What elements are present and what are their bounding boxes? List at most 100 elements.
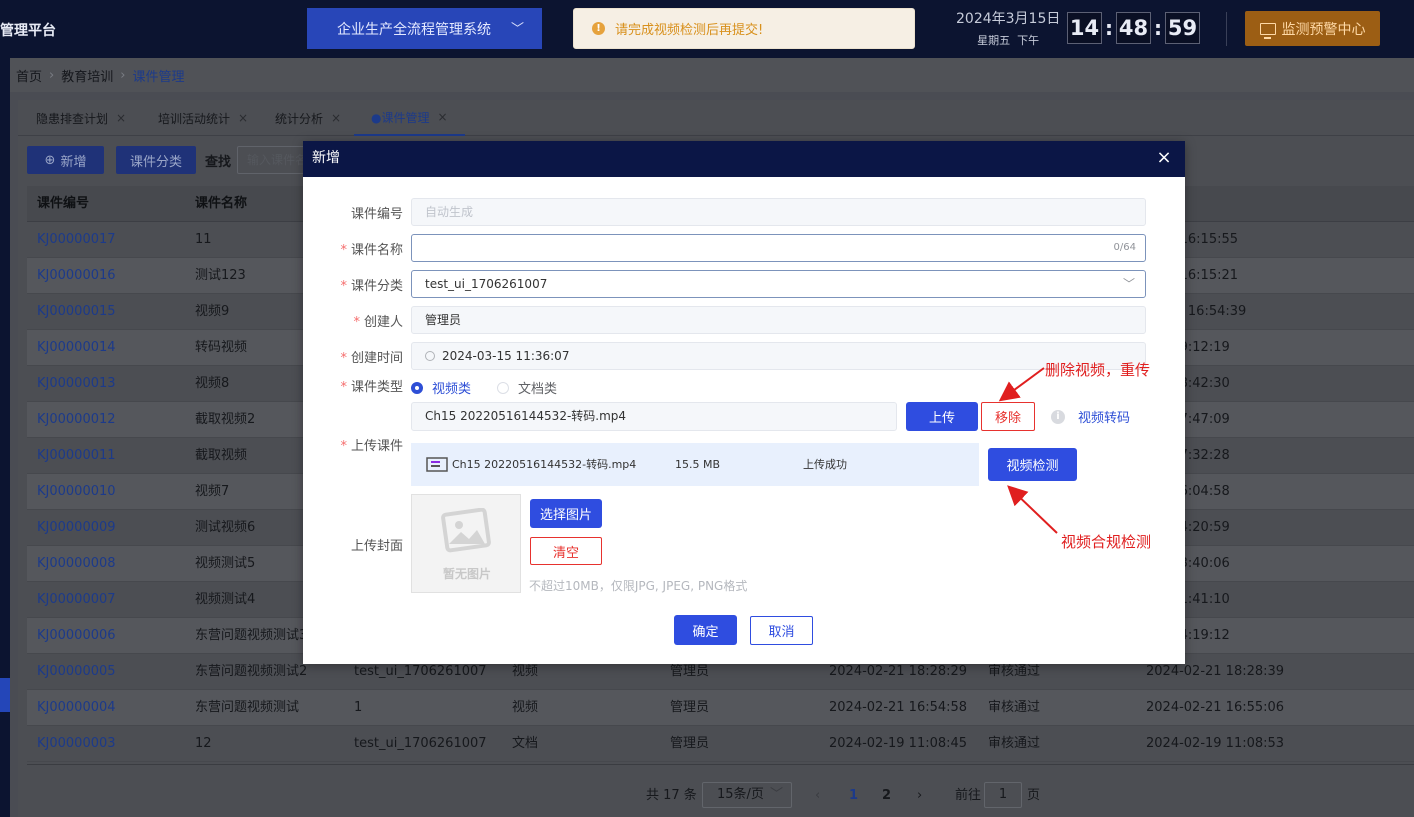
- uploaded-file-row: Ch15 20220516144532-转码.mp4 15.5 MB 上传成功: [411, 443, 979, 486]
- table-cell: test_ui_1706261007: [354, 736, 487, 751]
- courseware-code-link[interactable]: KJ00000007: [37, 582, 116, 618]
- system-select[interactable]: 企业生产全流程管理系统 ﹀: [307, 8, 542, 49]
- chevron-right-icon: ›: [120, 67, 126, 83]
- column-header: 课件编号: [37, 196, 90, 211]
- chevron-down-icon: ﹀: [1122, 277, 1135, 291]
- table-cell: 视频测试5: [195, 556, 256, 571]
- add-button-label: 新增: [60, 154, 87, 170]
- sidebar: [0, 58, 10, 817]
- table-cell: 视频测试4: [195, 592, 256, 607]
- name-input[interactable]: 0/64: [411, 234, 1146, 262]
- label-text: 课件分类: [350, 279, 403, 294]
- table-cell: 11: [195, 232, 212, 247]
- cancel-button[interactable]: 取消: [750, 616, 813, 645]
- table-cell: 测试123: [195, 268, 246, 283]
- label-text: 课件类型: [350, 380, 403, 395]
- table-cell: 2024-02-19 11:08:45: [829, 736, 968, 751]
- category-select[interactable]: test_ui_1706261007 ﹀: [411, 270, 1146, 298]
- search-label: 查找: [205, 155, 232, 170]
- cover-label: 上传封面: [303, 535, 403, 554]
- category-button[interactable]: 课件分类: [116, 146, 196, 174]
- table-row[interactable]: KJ00000004 东营问题视频测试 1 视频 管理员 2024-02-21 16:54…: [27, 690, 1414, 726]
- next-page-button[interactable]: ›: [917, 782, 922, 810]
- label-text: 课件编号: [350, 207, 403, 222]
- annotation-detect: 视频合规检测: [1061, 533, 1152, 551]
- courseware-code-link[interactable]: KJ00000006: [37, 618, 116, 654]
- courseware-code-link[interactable]: KJ00000009: [37, 510, 116, 546]
- table-row[interactable]: KJ00000003 12 test_ui_1706261007 文档 管理员 2024-…: [27, 726, 1414, 762]
- video-detect-button[interactable]: 视频检测: [988, 448, 1077, 481]
- radio-label: 视频类: [432, 382, 472, 397]
- tab-bar: 隐患排查计划 × 培训活动统计 × 统计分析 × ●课件管理 ×: [18, 100, 1414, 136]
- monitor-alert-center-button[interactable]: 监测预警中心: [1245, 11, 1380, 46]
- system-select-label: 企业生产全流程管理系统: [337, 21, 491, 38]
- period: 下午: [1017, 34, 1040, 47]
- confirm-button[interactable]: 确定: [674, 615, 737, 645]
- courseware-code-link[interactable]: KJ00000003: [37, 726, 116, 762]
- choose-image-button[interactable]: 选择图片: [530, 499, 602, 528]
- table-cell: 文档: [512, 736, 539, 751]
- prev-page-button[interactable]: ‹: [815, 782, 820, 810]
- table-cell: 东营问题视频测试3: [195, 628, 308, 643]
- type-doc-radio[interactable]: 文档类: [497, 378, 557, 397]
- radio-checked-icon: [411, 381, 423, 394]
- clear-button[interactable]: 清空: [530, 537, 602, 565]
- close-icon[interactable]: ×: [437, 110, 447, 124]
- goto-label: 前往: [955, 788, 982, 803]
- close-icon[interactable]: ×: [1155, 149, 1173, 167]
- dialog-header: 新增 ×: [303, 141, 1185, 177]
- courseware-code-link[interactable]: KJ00000008: [37, 546, 116, 582]
- close-icon[interactable]: ×: [116, 111, 126, 125]
- upload-filename-field: Ch15 20220516144532-转码.mp4: [411, 402, 897, 431]
- type-video-radio[interactable]: 视频类: [411, 378, 471, 397]
- add-courseware-dialog: 新增 × 课件编号 自动生成 * 课件名称 0/64 * 课件分类 test_ui_…: [303, 141, 1185, 664]
- table-cell: 截取视频2: [195, 412, 256, 427]
- breadcrumb-current: 课件管理: [132, 69, 185, 85]
- tab-courseware[interactable]: ●课件管理 ×: [354, 100, 465, 136]
- courseware-code-link[interactable]: KJ00000015: [37, 294, 116, 330]
- cover-preview: 暂无图片: [411, 494, 521, 593]
- courseware-code-link[interactable]: KJ00000017: [37, 222, 116, 258]
- remove-button[interactable]: 移除: [981, 402, 1035, 431]
- courseware-code-link[interactable]: KJ00000011: [37, 438, 116, 474]
- transcode-link[interactable]: 视频转码: [1078, 407, 1130, 426]
- upload-button[interactable]: 上传: [906, 402, 978, 431]
- page-size-select[interactable]: 15条/页 ﹀: [702, 782, 792, 808]
- table-cell: 视频8: [195, 376, 230, 391]
- clock-colon: :: [1154, 16, 1162, 40]
- courseware-code-link[interactable]: KJ00000016: [37, 258, 116, 294]
- table-cell: 东营问题视频测试: [195, 700, 300, 715]
- created-time-value: 2024-03-15 11:36:07: [442, 349, 570, 363]
- add-button[interactable]: ⊕ 新增: [27, 146, 104, 174]
- code-label: 课件编号: [303, 203, 403, 222]
- divider: [27, 764, 1414, 765]
- file-size: 15.5 MB: [675, 458, 721, 471]
- close-icon[interactable]: ×: [238, 111, 248, 125]
- courseware-code-link[interactable]: KJ00000010: [37, 474, 116, 510]
- sidebar-active-item[interactable]: [0, 678, 10, 712]
- goto-page-input[interactable]: 1: [984, 782, 1022, 808]
- tab-statistics[interactable]: 统计分析 ×: [275, 100, 341, 136]
- tab-label: ●课件管理: [371, 110, 430, 125]
- courseware-code-link[interactable]: KJ00000004: [37, 690, 116, 726]
- creator-field: 管理员: [411, 306, 1146, 334]
- page-2[interactable]: 2: [882, 782, 891, 810]
- clock-minutes: 48: [1116, 12, 1151, 44]
- courseware-code-link[interactable]: KJ00000014: [37, 330, 116, 366]
- courseware-code-link[interactable]: KJ00000013: [37, 366, 116, 402]
- courseware-code-link[interactable]: KJ00000012: [37, 402, 116, 438]
- tab-hazard-plan[interactable]: 隐患排查计划 ×: [36, 100, 126, 136]
- breadcrumb-home[interactable]: 首页: [16, 66, 42, 85]
- table-cell: 1: [354, 700, 363, 715]
- tab-training-stats[interactable]: 培训活动统计 ×: [158, 100, 248, 136]
- weekday-text: 星期五 下午: [956, 32, 1060, 48]
- breadcrumb-education[interactable]: 教育培训: [61, 66, 113, 85]
- chevron-down-icon: ﹀: [769, 787, 783, 802]
- weekday: 星期五: [977, 34, 1011, 47]
- category-value: test_ui_1706261007: [425, 277, 548, 291]
- page-1[interactable]: 1: [849, 782, 858, 810]
- label-text: 创建人: [363, 315, 403, 330]
- courseware-code-link[interactable]: KJ00000005: [37, 654, 116, 690]
- close-icon[interactable]: ×: [331, 111, 341, 125]
- digital-clock: 14 : 48 : 59: [1067, 12, 1200, 44]
